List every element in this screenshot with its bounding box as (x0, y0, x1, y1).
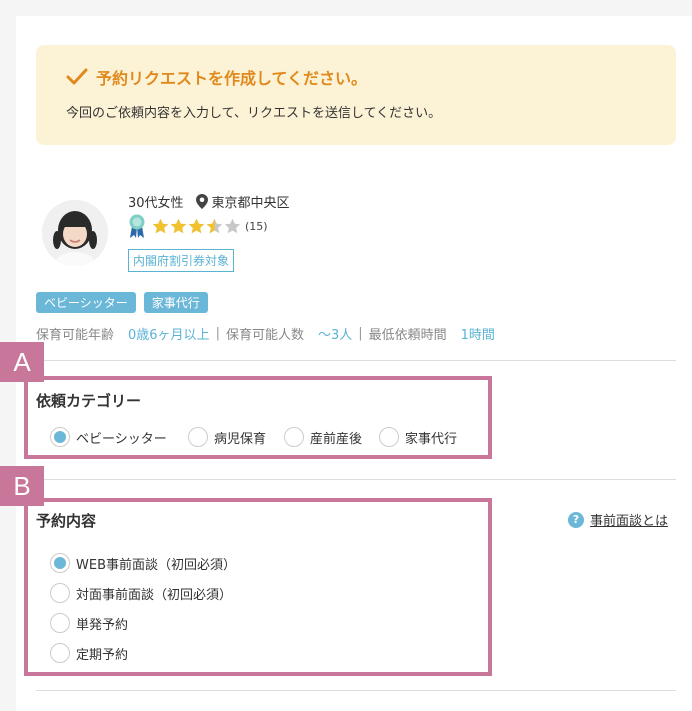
notice-title: 予約リクエストを作成してください。 (66, 65, 367, 89)
interview-help-link[interactable]: ? 事前面談とは (568, 510, 668, 529)
capacity-label: 保育可能人数 (225, 328, 304, 343)
service-tags: ベビーシッター 家事代行 (36, 292, 216, 313)
divider-line (36, 690, 676, 691)
notice-banner: 予約リクエストを作成してください。 今回のご依頼内容を入力して、リクエストを送信… (36, 45, 676, 145)
age-label: 保育可能年齢 (36, 328, 115, 343)
location-pin-icon (195, 194, 208, 209)
service-tag-babysitter: ベビーシッター (36, 292, 136, 313)
profile-summary: 30代女性 東京都中央区 (128, 192, 290, 211)
min-time-label: 最低依頼時間 (368, 328, 447, 343)
care-conditions: 保育可能年齢 0歳6ヶ月以上 | 保育可能人数 〜3人 | 最低依頼時間 1時間 (36, 324, 495, 343)
highlight-box-b (24, 498, 492, 676)
star-icon (188, 218, 205, 233)
help-link-text[interactable]: 事前面談とは (590, 510, 668, 529)
divider-line (36, 479, 676, 480)
subsidy-tag: 内閣府割引券対象 (128, 249, 235, 272)
review-count[interactable]: (15) (245, 220, 268, 233)
divider: | (358, 326, 363, 341)
highlight-badge-a: A (0, 342, 44, 382)
award-ribbon-icon (129, 214, 145, 238)
star-icon (224, 218, 241, 233)
notice-body: 今回のご依頼内容を入力して、リクエストを送信してください。 (66, 106, 442, 121)
age-gender: 30代女性 (128, 196, 184, 211)
location: 東京都中央区 (211, 196, 290, 211)
divider-line (36, 360, 676, 361)
question-icon: ? (568, 511, 584, 528)
rating-row: (15) (128, 214, 268, 238)
avatar[interactable] (42, 200, 108, 266)
service-tag-housework: 家事代行 (143, 292, 208, 313)
star-icon (152, 218, 169, 233)
capacity-value: 〜3人 (317, 328, 353, 343)
divider: | (215, 326, 220, 341)
check-icon (66, 68, 88, 85)
min-time-value: 1時間 (460, 328, 495, 343)
star-icon (206, 218, 223, 233)
notice-title-text: 予約リクエストを作成してください。 (96, 69, 368, 88)
star-icon (170, 218, 187, 233)
age-value: 0歳6ヶ月以上 (128, 328, 210, 343)
highlight-box-a (24, 376, 492, 459)
highlight-badge-b: B (0, 466, 44, 506)
star-rating (152, 218, 242, 235)
